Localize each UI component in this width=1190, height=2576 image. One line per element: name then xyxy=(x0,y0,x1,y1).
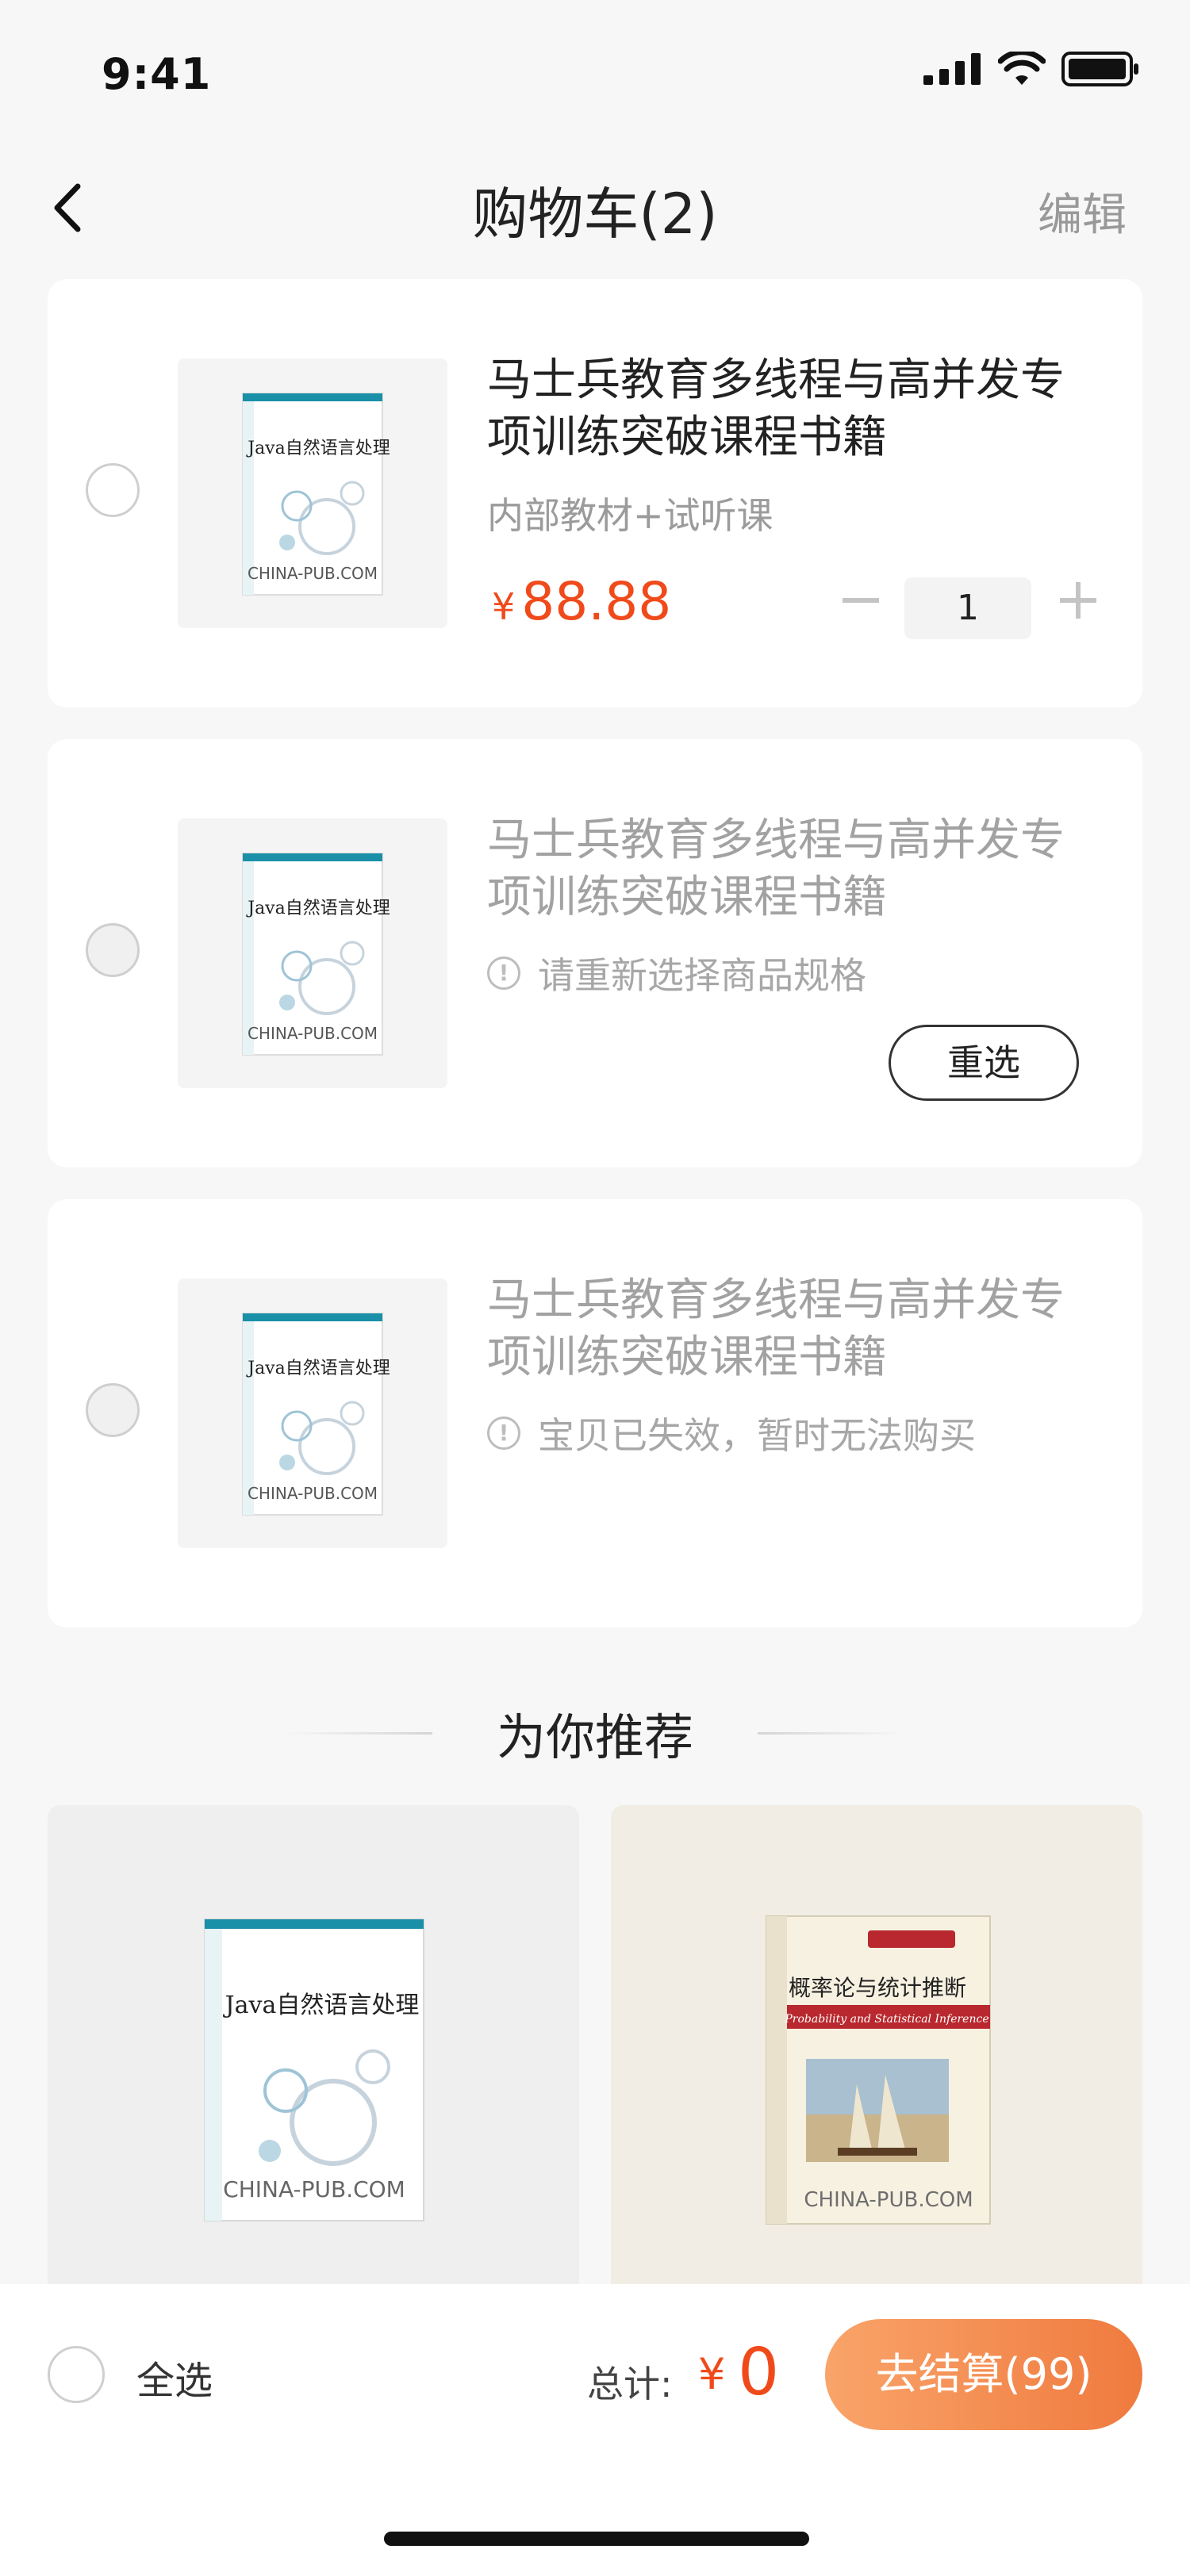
product-price: ¥88.88 xyxy=(492,571,671,632)
wifi-icon xyxy=(998,52,1046,85)
watermark: CHINA-PUB.COM xyxy=(248,564,378,583)
quantity-input[interactable]: 1 xyxy=(904,577,1031,639)
status-time: 9:41 xyxy=(102,49,212,99)
plus-icon xyxy=(1060,582,1096,619)
book-title: Java自然语言处理 xyxy=(246,1359,390,1378)
battery-icon xyxy=(1061,52,1138,86)
info-icon: ! xyxy=(487,956,520,990)
product-title[interactable]: 马士兵教育多线程与高并发专项训练突破课程书籍 xyxy=(487,352,1106,466)
cart-item: Java自然语言处理 CHINA-PUB.COM 马士兵教育多线程与高并发专项训… xyxy=(48,739,1142,1167)
minus-icon xyxy=(843,598,879,603)
warning-message: ! 宝贝已失效，暂时无法购买 xyxy=(487,1407,976,1459)
book-title: 概率论与统计推断 xyxy=(789,1975,966,2001)
product-subtitle: 内部教材+试听课 xyxy=(487,494,774,537)
signal-icon xyxy=(923,53,981,85)
page-title: 购物车(2) xyxy=(472,182,718,247)
book-cover: 概率论与统计推断 Probability and Statistical Inf… xyxy=(766,1915,991,2225)
info-icon: ! xyxy=(487,1416,520,1450)
item-select-radio[interactable] xyxy=(86,463,140,517)
reselect-button[interactable]: 重选 xyxy=(889,1025,1079,1101)
watermark: CHINA-PUB.COM xyxy=(804,2188,973,2212)
price-value: 88.88 xyxy=(521,571,672,632)
total-currency: ¥ xyxy=(698,2349,726,2399)
decrease-button[interactable] xyxy=(841,581,881,620)
divider-right xyxy=(758,1732,904,1735)
total-label: 总计: xyxy=(587,2363,673,2405)
recommend-item[interactable]: Java自然语言处理 CHINA-PUB.COM xyxy=(48,1805,579,2297)
cart-item: Java自然语言处理 CHINA-PUB.COM 马士兵教育多线程与高并发专项训… xyxy=(48,1199,1142,1627)
select-all-label[interactable]: 全选 xyxy=(136,2349,213,2405)
watermark: CHINA-PUB.COM xyxy=(223,2176,405,2202)
warning-message: ! 请重新选择商品规格 xyxy=(487,947,866,999)
cart-item: Java自然语言处理 CHINA-PUB.COM 马士兵教育多线程与高并发专项训… xyxy=(48,279,1142,707)
book-cover: Java自然语言处理 CHINA-PUB.COM xyxy=(242,853,390,1056)
book-title: Java自然语言处理 xyxy=(223,1991,420,2019)
product-thumbnail[interactable]: Java自然语言处理 CHINA-PUB.COM xyxy=(178,1278,447,1548)
book-cover: Java自然语言处理 CHINA-PUB.COM xyxy=(242,1313,390,1516)
book-cover: Java自然语言处理 CHINA-PUB.COM xyxy=(204,1919,424,2221)
select-all-radio[interactable] xyxy=(48,2346,105,2403)
recommend-item[interactable]: 概率论与统计推断 Probability and Statistical Inf… xyxy=(611,1805,1142,2297)
product-title[interactable]: 马士兵教育多线程与高并发专项训练突破课程书籍 xyxy=(487,1272,1106,1386)
watermark: CHINA-PUB.COM xyxy=(248,1024,378,1043)
total-amount: 0 xyxy=(738,2335,780,2410)
increase-button[interactable] xyxy=(1058,581,1098,620)
checkout-button[interactable]: 去结算(99) xyxy=(825,2319,1142,2430)
item-select-radio xyxy=(86,1383,140,1437)
item-select-radio xyxy=(86,923,140,977)
status-icons xyxy=(923,51,1141,87)
warning-text: 请重新选择商品规格 xyxy=(538,954,866,997)
currency-symbol: ¥ xyxy=(492,585,516,628)
home-indicator xyxy=(384,2532,809,2546)
watermark: CHINA-PUB.COM xyxy=(248,1484,378,1503)
product-thumbnail[interactable]: Java自然语言处理 CHINA-PUB.COM xyxy=(178,818,447,1088)
book-subtitle: Probability and Statistical Inference xyxy=(784,2013,988,2026)
recommend-title: 为你推荐 xyxy=(496,1708,693,1766)
book-cover: Java自然语言处理 CHINA-PUB.COM xyxy=(242,393,390,596)
edit-button[interactable]: 编辑 xyxy=(1038,179,1127,243)
product-thumbnail[interactable]: Java自然语言处理 CHINA-PUB.COM xyxy=(178,358,447,628)
product-title[interactable]: 马士兵教育多线程与高并发专项训练突破课程书籍 xyxy=(487,812,1106,926)
book-title: Java自然语言处理 xyxy=(246,439,390,458)
warning-text: 宝贝已失效，暂时无法购买 xyxy=(538,1414,976,1457)
book-title: Java自然语言处理 xyxy=(246,899,390,918)
